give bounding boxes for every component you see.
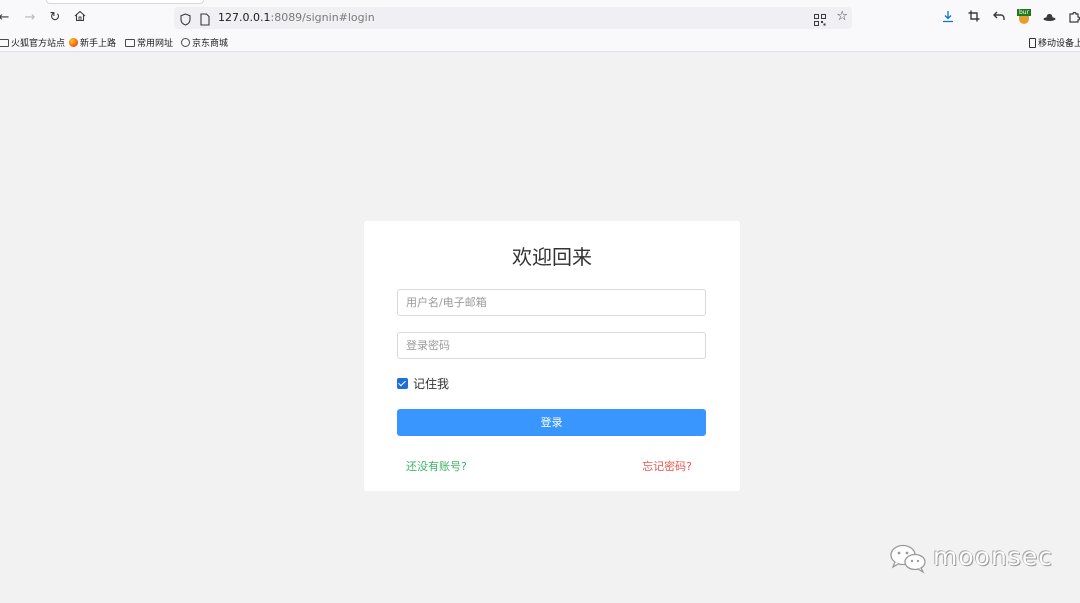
- bookmarks-bar: 火狐官方站点 新手上路 常用网址 京东商城 移动设备上: [0, 36, 1080, 52]
- bookmark-label: 火狐官方站点: [11, 39, 66, 49]
- remember-checkbox[interactable]: [397, 378, 408, 389]
- url-bar[interactable]: 127.0.0.1:8089/signin#login ☆: [174, 7, 852, 29]
- hat-icon[interactable]: [1041, 10, 1057, 26]
- home-icon[interactable]: [72, 10, 88, 26]
- wechat-icon: [890, 544, 926, 574]
- mobile-device-icon: [1029, 37, 1036, 48]
- bookmark-label: 常用网址: [137, 39, 174, 49]
- qr-code-icon[interactable]: [814, 11, 826, 30]
- username-input[interactable]: [397, 289, 706, 316]
- extension-label: bur: [1017, 9, 1031, 16]
- tracking-shield-icon[interactable]: [180, 11, 191, 30]
- bookmark-item[interactable]: 京东商城: [181, 37, 228, 51]
- crop-icon[interactable]: [966, 10, 982, 26]
- bookmark-label: 新手上路: [80, 39, 117, 49]
- watermark-text: moonsec: [933, 542, 1053, 571]
- url-path: :8089/signin#login: [270, 11, 375, 24]
- register-link[interactable]: 还没有账号?: [406, 460, 467, 474]
- globe-icon: [181, 38, 190, 47]
- active-tab[interactable]: [46, 0, 204, 4]
- mobile-bookmarks-label: 移动设备上: [1038, 39, 1080, 49]
- remember-label: 记住我: [413, 377, 450, 391]
- extensions-icon[interactable]: [1066, 10, 1080, 26]
- bookmark-item[interactable]: 常用网址: [125, 37, 173, 51]
- page-title: 欢迎回来: [512, 245, 592, 269]
- login-card: 欢迎回来 记住我 登录 还没有账号? 忘记密码?: [364, 221, 740, 491]
- firefox-icon: [69, 38, 78, 47]
- mobile-bookmarks[interactable]: 移动设备上: [1029, 37, 1080, 51]
- url-host: 127.0.0.1: [218, 11, 271, 24]
- login-button[interactable]: 登录: [397, 409, 706, 436]
- url-text[interactable]: 127.0.0.1:8089/signin#login: [218, 10, 375, 26]
- folder-icon: [0, 38, 9, 47]
- download-icon[interactable]: [940, 10, 956, 26]
- back-arrow-icon[interactable]: ←: [0, 10, 12, 26]
- reload-icon[interactable]: ↻: [47, 10, 63, 26]
- undo-icon[interactable]: [991, 10, 1007, 26]
- forgot-password-link[interactable]: 忘记密码?: [642, 460, 692, 474]
- page-info-icon[interactable]: [200, 11, 210, 30]
- browser-toolbar: ← → ↻ 127.0.0.1:8089/signin#login ☆ bur: [0, 0, 1080, 36]
- bookmark-item[interactable]: 火狐官方站点: [0, 37, 65, 51]
- burp-extension-icon[interactable]: bur: [1017, 9, 1031, 25]
- password-input[interactable]: [397, 332, 706, 359]
- bookmark-item[interactable]: 新手上路: [69, 37, 116, 51]
- bookmark-star-icon[interactable]: ☆: [836, 9, 848, 25]
- forward-arrow-icon[interactable]: →: [22, 10, 38, 26]
- folder-icon: [125, 38, 135, 47]
- bookmark-label: 京东商城: [192, 39, 229, 49]
